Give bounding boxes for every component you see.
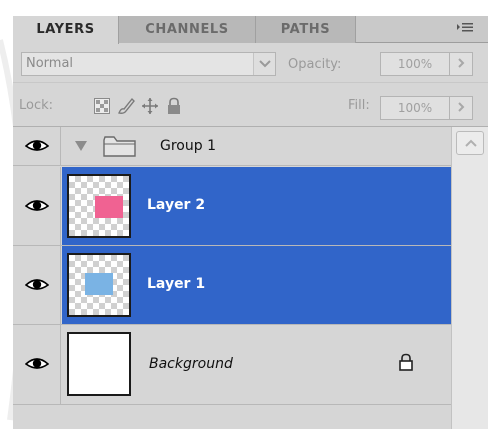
eye-icon	[25, 140, 49, 151]
layer-content: Layer 2	[62, 167, 451, 245]
lock-options-row: Lock: Fill: 100%	[13, 82, 488, 126]
layer-content: Layer 1	[62, 246, 451, 324]
folder-icon	[103, 136, 136, 157]
chevron-right-icon	[458, 58, 465, 68]
layer-thumbnail	[67, 332, 131, 396]
layer-content: Background	[62, 325, 451, 404]
layer-name: Layer 2	[147, 197, 206, 213]
layer-content-swatch	[85, 273, 113, 295]
blend-options-row: Normal Opacity: 100%	[13, 44, 488, 82]
layer-name: Layer 1	[147, 276, 206, 292]
blend-mode-value: Normal	[26, 56, 74, 71]
layers-scrollbar[interactable]	[451, 127, 488, 429]
lock-all-icon[interactable]	[165, 97, 183, 115]
disclosure-triangle-icon[interactable]	[74, 140, 88, 152]
panel-menu-button[interactable]	[454, 20, 476, 38]
eye-icon	[25, 200, 49, 211]
lock-position-icon[interactable]	[141, 97, 159, 115]
layer-row-group-1[interactable]: Group 1	[13, 127, 451, 166]
opacity-slider-button[interactable]	[449, 52, 473, 76]
scroll-up-button[interactable]	[456, 131, 484, 155]
lock-label: Lock:	[19, 98, 54, 113]
layer-name: Group 1	[160, 138, 216, 154]
layer-thumbnail	[67, 253, 131, 317]
layer-thumbnail	[67, 174, 131, 238]
visibility-toggle[interactable]	[13, 167, 61, 245]
lock-transparent-icon[interactable]	[93, 97, 111, 115]
panel-tab-bar: LAYERS CHANNELS PATHS	[13, 16, 488, 44]
group-content: Group 1	[62, 127, 451, 165]
chevron-right-icon	[458, 102, 465, 112]
opacity-field[interactable]: 100%	[380, 52, 450, 76]
opacity-label: Opacity:	[288, 57, 342, 72]
visibility-toggle[interactable]	[13, 246, 61, 324]
layer-lock-icon	[399, 353, 413, 371]
tab-paths[interactable]: PATHS	[256, 16, 356, 43]
chevron-up-icon	[465, 139, 477, 147]
fill-slider-button[interactable]	[449, 96, 473, 120]
panel-menu-icon	[457, 23, 473, 32]
layer-row-layer-1[interactable]: Layer 1	[13, 246, 451, 325]
layer-name: Background	[149, 356, 233, 372]
tab-channels[interactable]: CHANNELS	[119, 16, 256, 43]
eye-icon	[25, 358, 49, 369]
blend-mode-dropdown-button[interactable]	[253, 53, 275, 75]
layer-content-swatch	[95, 196, 123, 218]
visibility-toggle[interactable]	[13, 325, 61, 404]
layers-list: Group 1 Layer 2 Layer 1 Background	[13, 126, 488, 429]
layers-panel: LAYERS CHANNELS PATHS Normal Opacity: 10…	[13, 16, 488, 429]
layer-row-background[interactable]: Background	[13, 325, 451, 405]
layer-row-layer-2[interactable]: Layer 2	[13, 167, 451, 246]
fill-label: Fill:	[348, 98, 370, 113]
fill-field[interactable]: 100%	[380, 96, 450, 120]
blend-mode-select[interactable]: Normal	[21, 52, 276, 76]
eye-icon	[25, 279, 49, 290]
chevron-down-icon	[259, 60, 271, 68]
visibility-toggle[interactable]	[13, 127, 61, 165]
lock-image-icon[interactable]	[117, 97, 135, 115]
tab-layers[interactable]: LAYERS	[13, 16, 119, 44]
